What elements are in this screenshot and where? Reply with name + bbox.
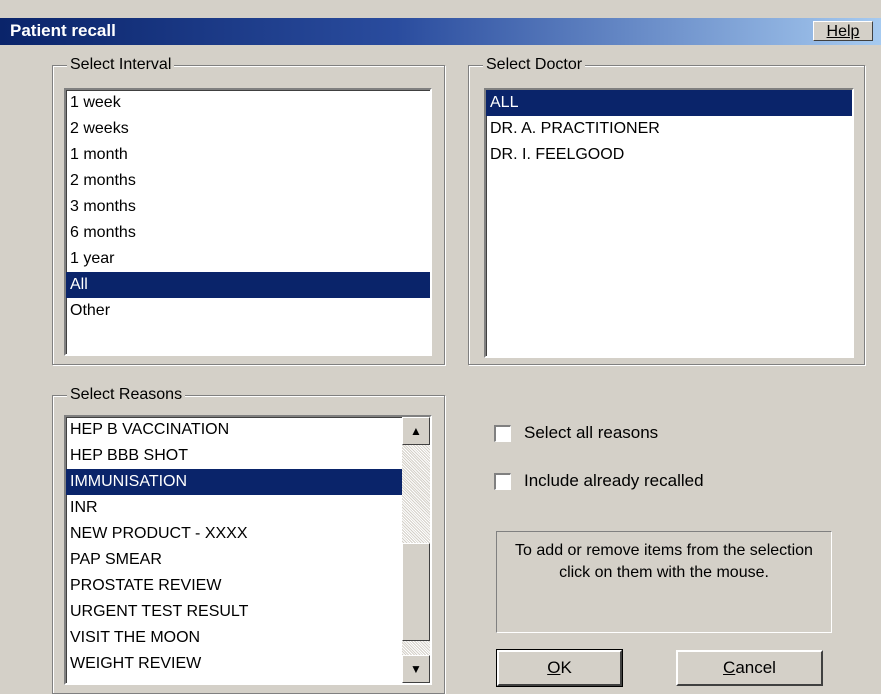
instructions-text: To add or remove items from the selectio… [515,542,813,581]
interval-list-item[interactable]: 6 months [66,220,430,246]
doctor-group-label: Select Doctor [483,55,586,75]
cancel-label: Cancel [723,658,776,677]
interval-list-item[interactable]: 1 week [66,90,430,116]
doctor-listbox[interactable]: ALL DR. A. PRACTITIONER DR. I. FEELGOOD [484,88,854,358]
interval-list-item[interactable]: Other [66,298,430,324]
doctor-list-item[interactable]: DR. A. PRACTITIONER [486,116,852,142]
ok-label: OK [547,658,572,677]
help-label: Help [826,23,860,40]
scroll-thumb[interactable] [402,543,430,641]
interval-list-item[interactable]: 1 month [66,142,430,168]
include-recalled-row[interactable]: Include already recalled [494,471,704,491]
reasons-list-item[interactable]: PROSTATE REVIEW [66,573,402,599]
reasons-list-item[interactable]: URGENT TEST RESULT [66,599,402,625]
interval-list-item[interactable]: 1 year [66,246,430,272]
interval-list-item[interactable]: 2 months [66,168,430,194]
ok-button[interactable]: OK [496,649,623,687]
reasons-group-label: Select Reasons [67,385,186,405]
reasons-list-item[interactable]: WEIGHT REVIEW [66,651,402,677]
reasons-listbox[interactable]: HEP B VACCINATION HEP BBB SHOT IMMUNISATIO… [64,415,432,685]
scroll-up-icon[interactable]: ▲ [402,417,430,445]
patient-recall-dialog: Patient recall Help Select Interval 1 we… [0,0,881,694]
reasons-list-item[interactable]: VISIT THE MOON [66,625,402,651]
interval-group-label: Select Interval [67,55,175,75]
doctor-list-item[interactable]: DR. I. FEELGOOD [486,142,852,168]
select-all-reasons-label: Select all reasons [524,423,659,442]
reasons-list-item[interactable]: IMMUNISATION [66,469,402,495]
interval-list-item[interactable]: 2 weeks [66,116,430,142]
scroll-down-icon[interactable]: ▼ [402,655,430,683]
reasons-list-item[interactable]: HEP B VACCINATION [66,417,402,443]
interval-list-item[interactable]: 3 months [66,194,430,220]
select-all-reasons-row[interactable]: Select all reasons [494,423,658,443]
title-bar: Patient recall Help [0,18,881,45]
select-all-reasons-checkbox[interactable] [494,424,511,442]
interval-listbox[interactable]: 1 week 2 weeks 1 month 2 months 3 months 6 mo… [64,88,432,356]
reasons-list-item[interactable]: HEP BBB SHOT [66,443,402,469]
help-button[interactable]: Help [813,21,873,41]
cancel-button[interactable]: Cancel [676,650,823,686]
reasons-list-item[interactable]: PAP SMEAR [66,547,402,573]
reasons-items: HEP B VACCINATION HEP BBB SHOT IMMUNISATIO… [66,417,402,677]
interval-list-item[interactable]: All [66,272,430,298]
dialog-title: Patient recall [10,21,116,40]
reasons-list-item[interactable]: INR [66,495,402,521]
reasons-scrollbar[interactable]: ▲ ▼ [402,417,430,683]
include-recalled-checkbox[interactable] [494,472,511,490]
instructions-box: To add or remove items from the selectio… [496,531,832,633]
include-recalled-label: Include already recalled [524,471,704,490]
doctor-list-item[interactable]: ALL [486,90,852,116]
reasons-list-item[interactable]: NEW PRODUCT - XXXX [66,521,402,547]
